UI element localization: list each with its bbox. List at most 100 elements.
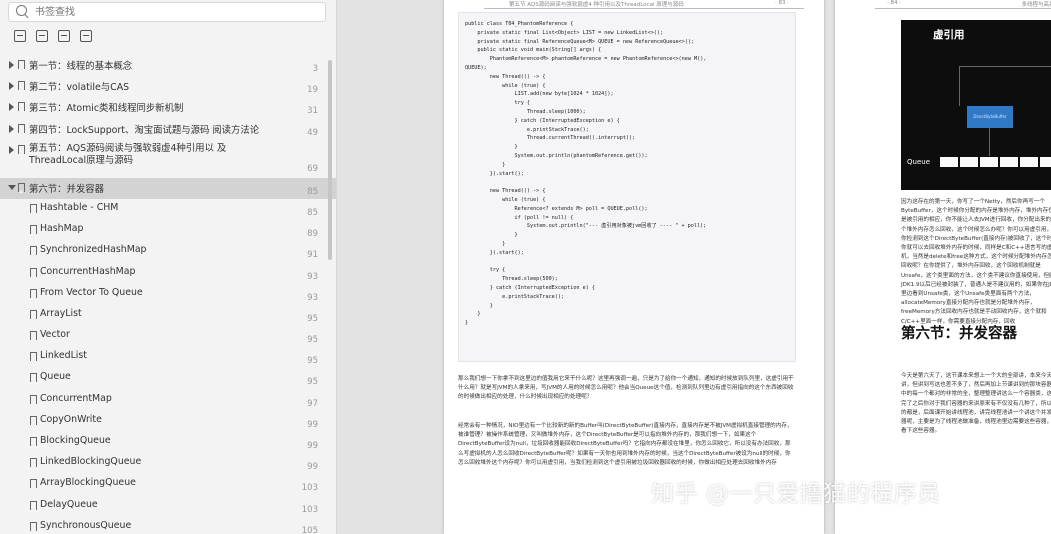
bookmark-label: 第六节：并发容器	[29, 183, 105, 195]
bookmark-child[interactable]: From Vector To Queue 93	[0, 284, 336, 305]
bookmark-page-number: 19	[307, 85, 318, 96]
bookmark-page-number: 97	[307, 398, 318, 409]
page-84: · 84 · 多线程与高并发 虚引用 DirectByteBuffer Queu…	[835, 0, 1051, 534]
bookmark-child[interactable]: HashMap 89	[0, 220, 336, 241]
bookmark-label: ConcurrentHashMap	[40, 265, 136, 277]
add-bookmark-icon[interactable]	[58, 30, 70, 42]
bookmark-page-number: 93	[307, 271, 318, 282]
expand-arrow-icon[interactable]	[9, 61, 14, 69]
bookmark-icon	[30, 246, 37, 257]
bookmark-icon	[30, 437, 37, 447]
collapse-all-icon[interactable]	[36, 30, 48, 42]
bookmark-icon	[30, 521, 37, 532]
bookmark-label: 第五节：AQS源码阅读与强软弱虚4种引用以 及ThreadLocal原理与源码	[29, 142, 227, 166]
bookmark-search-input[interactable]	[35, 3, 315, 21]
page-header: 第五节 AQS源码阅读与强软弱虚4 种引用以及ThreadLocal 原理与源码…	[484, 0, 804, 9]
bookmark-child[interactable]: CopyOnWrite 99	[0, 411, 336, 432]
bookmark-child[interactable]: ArrayList 95	[0, 305, 336, 326]
bookmark-icon	[30, 394, 37, 405]
bookmark-child[interactable]: DelayQueue 103	[0, 496, 336, 517]
bookmark-section[interactable]: 第五节：AQS源码阅读与强软弱虚4种引用以 及ThreadLocal原理与源码 …	[0, 140, 336, 178]
sidebar-scrollbar[interactable]	[328, 60, 332, 260]
bookmark-label: 第四节：LockSupport、淘宝面试题与源码 阅读方法论	[29, 124, 260, 136]
bookmark-child[interactable]: Queue 95	[0, 368, 336, 389]
bookmark-label: Vector	[40, 329, 70, 341]
bookmark-section[interactable]: 第二节：volatile与CAS 19	[0, 76, 336, 97]
bookmark-page-number: 99	[307, 419, 318, 430]
bookmark-icon[interactable]	[80, 30, 92, 42]
document-viewer[interactable]: 第五节 AQS源码阅读与强软弱虚4 种引用以及ThreadLocal 原理与源码…	[337, 0, 1051, 534]
paragraph: 今天是第六天了，这节课本来想上一个大的全部讲，本来今天讲，但讲到写这也差不多了，…	[901, 373, 1051, 435]
figure-connector	[959, 66, 1051, 67]
bookmark-child[interactable]: BlockingQueue 99	[0, 432, 336, 453]
bookmark-page-number: 31	[307, 106, 318, 117]
bookmark-icon	[30, 225, 37, 236]
bookmark-child[interactable]: Vector 95	[0, 326, 336, 347]
collapse-arrow-icon[interactable]	[8, 184, 16, 190]
bookmark-child[interactable]: ConcurrentMap 97	[0, 390, 336, 411]
bookmark-icon	[18, 182, 25, 193]
bookmark-icon	[30, 458, 37, 469]
bookmark-page-number: 85	[307, 186, 318, 197]
paragraph: 因为这存在的第一天，你写了一个Netty，然后你再写一个ByteBuffer，这…	[901, 199, 1051, 325]
bookmark-child[interactable]: Hashtable - CHM 85	[0, 199, 336, 220]
page-83: 第五节 AQS源码阅读与强软弱虚4 种引用以及ThreadLocal 原理与源码…	[444, 0, 824, 534]
bookmark-child[interactable]: ArrayBlockingQueue 103	[0, 474, 336, 495]
bookmarks-sidebar: 第一节：线程的基本概念 3 第二节：volatile与CAS 19 第三节：At…	[0, 0, 337, 534]
bookmark-icon	[30, 373, 37, 384]
bookmark-icon	[18, 81, 25, 92]
bookmark-toolbar	[14, 30, 92, 44]
expand-all-icon[interactable]	[14, 30, 26, 42]
queue-cells	[939, 156, 1051, 168]
bookmark-page-number: 3	[312, 64, 318, 74]
section-heading: 第六节：并发容器	[901, 326, 1017, 342]
bookmark-page-number: 93	[307, 292, 318, 303]
bookmark-tree: 第一节：线程的基本概念 3 第二节：volatile与CAS 19 第三节：At…	[0, 55, 336, 534]
bookmark-label: DelayQueue	[40, 498, 98, 510]
figure-connector	[959, 66, 960, 106]
bookmark-page-number: 95	[307, 335, 318, 346]
bookmark-icon	[30, 500, 37, 511]
expand-arrow-icon[interactable]	[9, 82, 14, 91]
bookmark-section[interactable]: 第一节：线程的基本概念 3	[0, 55, 336, 76]
bookmark-label: SynchronousQueue	[40, 519, 132, 531]
bookmark-child[interactable]: SynchronizedHashMap 91	[0, 241, 336, 262]
bookmark-page-number: 105	[301, 525, 318, 534]
figure-connector	[989, 128, 990, 156]
bookmark-page-number: 99	[307, 462, 318, 473]
search-icon	[16, 5, 27, 16]
expand-arrow-icon[interactable]	[9, 124, 14, 133]
bookmark-label: LinkedBlockingQueue	[40, 456, 142, 468]
code-text: public class T04_PhantomReference { priv…	[465, 21, 707, 327]
bookmark-label: 第一节：线程的基本概念	[29, 61, 133, 72]
bookmark-icon	[18, 60, 25, 70]
bookmark-child[interactable]: SynchronousQueue 105	[0, 517, 336, 534]
bookmark-label: BlockingQueue	[40, 435, 111, 446]
bookmark-page-number: 95	[307, 377, 318, 388]
bookmark-icon	[18, 144, 25, 155]
bookmark-child[interactable]: ConcurrentHashMap 93	[0, 263, 336, 284]
bookmark-page-number: 99	[307, 441, 318, 451]
bookmark-search-box[interactable]	[8, 2, 326, 22]
bookmark-child[interactable]: LinkedList 95	[0, 347, 336, 368]
bookmark-icon	[30, 352, 37, 363]
bookmark-child[interactable]: LinkedBlockingQueue 99	[0, 453, 336, 474]
expand-arrow-icon[interactable]	[9, 145, 14, 154]
page-number: · 83 ·	[775, 0, 789, 6]
bookmark-section[interactable]: 第三节：Atomic类和线程同步新机制 31	[0, 97, 336, 118]
bookmark-label: ArrayList	[40, 307, 82, 319]
bookmark-page-number: 85	[307, 207, 318, 218]
bookmark-page-number: 95	[307, 313, 318, 324]
bookmark-icon	[30, 309, 37, 320]
bookmark-page-number: 89	[307, 229, 318, 240]
queue-label: Queue	[907, 158, 930, 166]
expand-arrow-icon[interactable]	[9, 103, 14, 112]
bookmark-page-number: 103	[301, 504, 318, 515]
page-header-title: 多线程与高并发	[1021, 2, 1051, 8]
bookmark-icon	[30, 479, 37, 490]
bookmark-section[interactable]: 第四节：LockSupport、淘宝面试题与源码 阅读方法论 49	[0, 119, 336, 140]
bookmark-section-selected[interactable]: 第六节：并发容器 85	[0, 177, 336, 199]
watermark: 知乎 @一只爱撸猫的程序员	[651, 481, 941, 507]
bookmark-label: ConcurrentMap	[40, 392, 112, 404]
bookmark-label: From Vector To Queue	[40, 286, 143, 298]
